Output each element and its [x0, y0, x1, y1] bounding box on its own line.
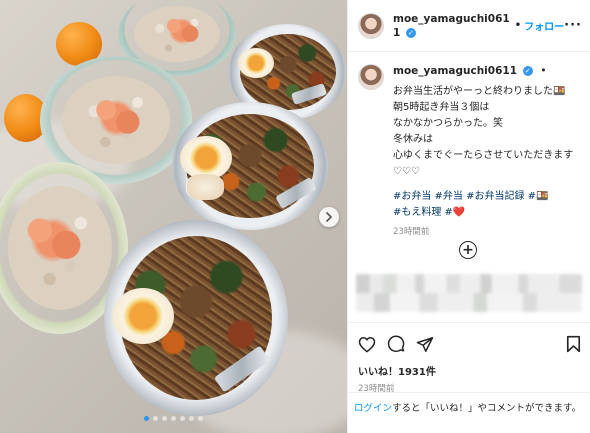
caption-text: お弁当生活がやーっと終わりました🍱 朝5時起き弁当３個は なかなかつらかった。笑…	[393, 86, 574, 177]
carousel-dot	[144, 416, 149, 421]
header-user-block: moe_yamaguchi0611 ✓	[393, 12, 511, 40]
next-slide-button[interactable]	[319, 207, 339, 227]
caption-username[interactable]: moe_yamaguchi0611	[393, 65, 517, 77]
post-actions: いいね！1931件 23時間前	[348, 322, 590, 394]
post-side-panel: moe_yamaguchi0611 ✓ • フォロー ··· moe_yamag…	[347, 0, 590, 433]
login-link[interactable]: ログイン	[354, 403, 392, 414]
bookmark-icon[interactable]	[566, 335, 581, 353]
carousel-indicator	[0, 416, 347, 421]
bento-box	[104, 220, 288, 416]
caption-timestamp: 23時間前	[393, 227, 430, 237]
follow-group: • フォロー	[515, 18, 564, 33]
carousel-dot	[180, 416, 185, 421]
verified-badge-icon: ✓	[405, 27, 416, 38]
post-header: moe_yamaguchi0611 ✓ • フォロー ···	[348, 0, 590, 52]
carousel-dot	[171, 416, 176, 421]
header-separator: •	[514, 20, 522, 31]
caption-user-line: moe_yamaguchi0611 ✓ •	[393, 64, 580, 78]
carousel-dot	[198, 416, 203, 421]
follow-button[interactable]: フォロー	[524, 18, 564, 33]
post-photo[interactable]	[0, 0, 347, 433]
action-bar	[358, 333, 581, 355]
caption-separator: •	[540, 65, 547, 77]
share-icon[interactable]	[416, 336, 434, 353]
caption-hashtags[interactable]: #お弁当 #弁当 #お弁当記録 #🍱 #もえ料理 #❤️	[393, 189, 580, 221]
blurred-comments	[356, 274, 582, 312]
verified-badge-icon: ✓	[522, 66, 533, 76]
avatar[interactable]	[358, 12, 384, 39]
login-prompt: ログインすると「いいね！」やコメントができます。	[348, 392, 590, 416]
more-options-icon[interactable]: ···	[564, 18, 582, 33]
chevron-right-icon	[326, 212, 332, 222]
heart-icon[interactable]	[358, 336, 376, 353]
carousel-dot	[189, 416, 194, 421]
caption-body: moe_yamaguchi0611 ✓ • お弁当生活がやーっと終わりました🍱 …	[393, 64, 580, 237]
carousel-dot	[153, 416, 158, 421]
comment-icon[interactable]	[387, 335, 405, 353]
likes-count[interactable]: いいね！1931件	[358, 363, 581, 378]
carousel-dot	[162, 416, 167, 421]
avatar[interactable]	[358, 64, 384, 90]
add-comments-icon[interactable]: +	[459, 241, 477, 259]
login-prompt-text: すると「いいね！」やコメントができます。	[392, 403, 582, 414]
caption: moe_yamaguchi0611 ✓ • お弁当生活がやーっと終わりました🍱 …	[348, 52, 590, 237]
bento-box	[172, 102, 328, 230]
